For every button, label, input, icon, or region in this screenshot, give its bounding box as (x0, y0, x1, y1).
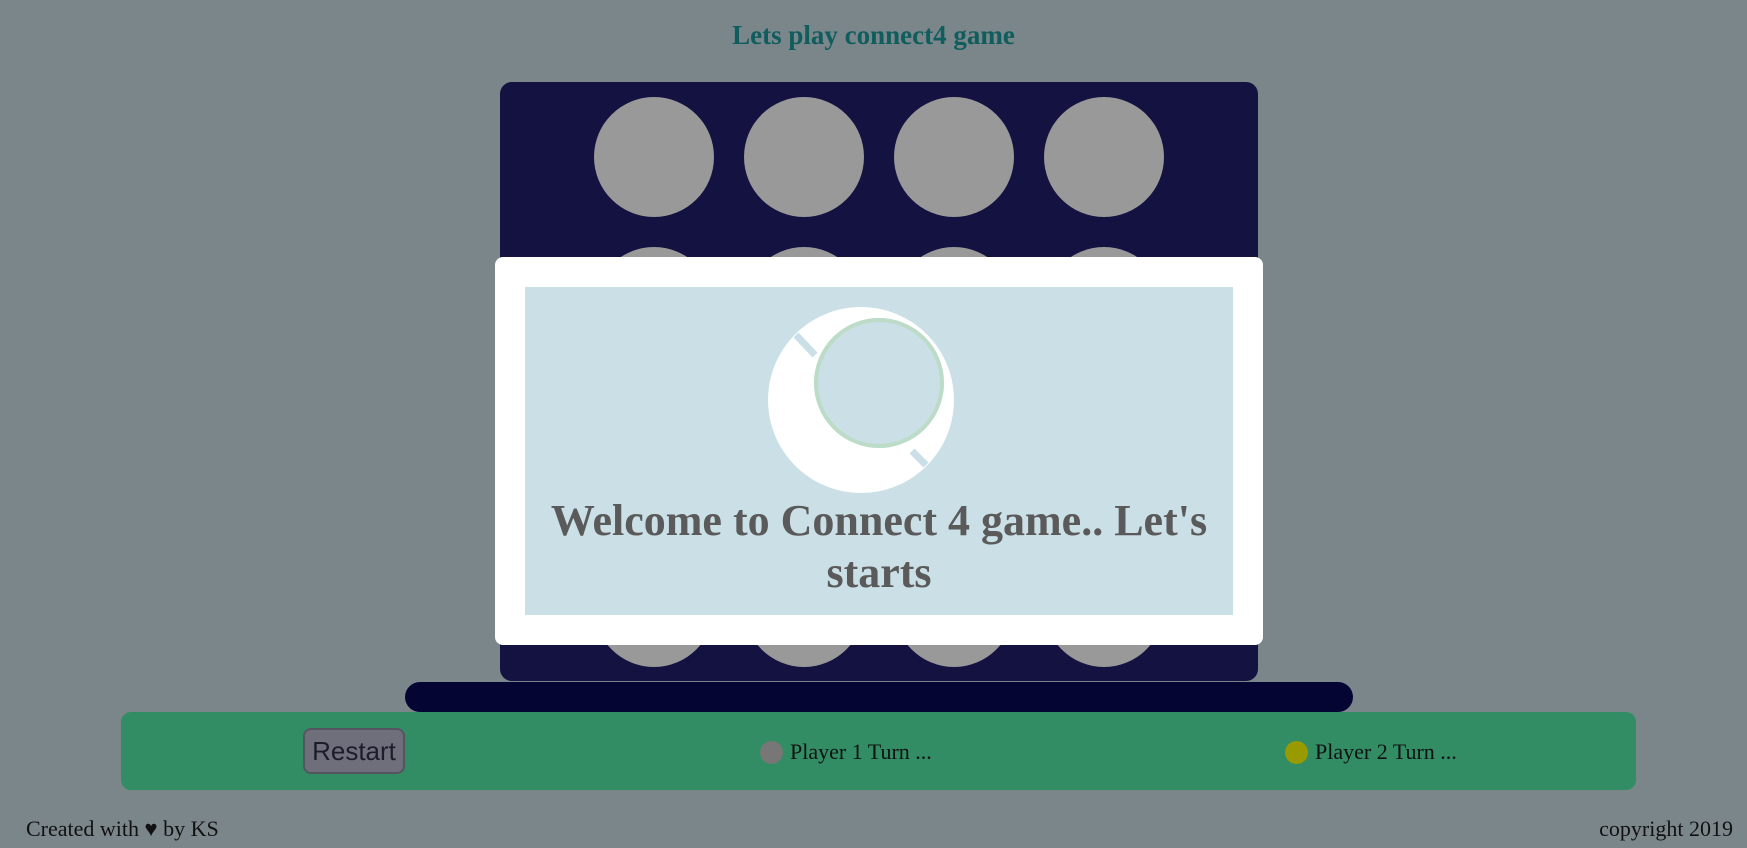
controls-bar: Restart Player 1 Turn ... Player 2 Turn … (121, 712, 1636, 790)
board-cell[interactable] (1044, 97, 1164, 217)
player2-turn-label: Player 2 Turn ... (1315, 739, 1457, 764)
player2-disc-icon (1285, 740, 1308, 764)
footer-copyright: copyright 2019 (1599, 816, 1733, 841)
footer-credit: Created with ♥ by KS (26, 816, 219, 842)
welcome-modal: Welcome to Connect 4 game.. Let's starts (495, 257, 1263, 645)
board-stand (405, 682, 1353, 712)
page-title: Lets play connect4 game (732, 20, 1015, 50)
restart-button[interactable]: Restart (303, 728, 405, 774)
spinner-icon (768, 307, 954, 493)
welcome-message: Welcome to Connect 4 game.. Let's starts (550, 496, 1208, 597)
footer-credit-prefix: Created with (26, 816, 140, 841)
board-cell[interactable] (894, 97, 1014, 217)
player1-turn-indicator: Player 1 Turn ... (760, 739, 932, 765)
board-cell[interactable] (744, 97, 864, 217)
heart-icon: ♥ (144, 816, 158, 841)
footer-credit-suffix: by KS (163, 816, 219, 841)
welcome-modal-content: Welcome to Connect 4 game.. Let's starts (525, 287, 1233, 615)
player1-turn-label: Player 1 Turn ... (790, 739, 932, 764)
player2-turn-indicator: Player 2 Turn ... (1285, 739, 1457, 765)
player1-disc-icon (760, 740, 783, 764)
board-cell[interactable] (594, 97, 714, 217)
